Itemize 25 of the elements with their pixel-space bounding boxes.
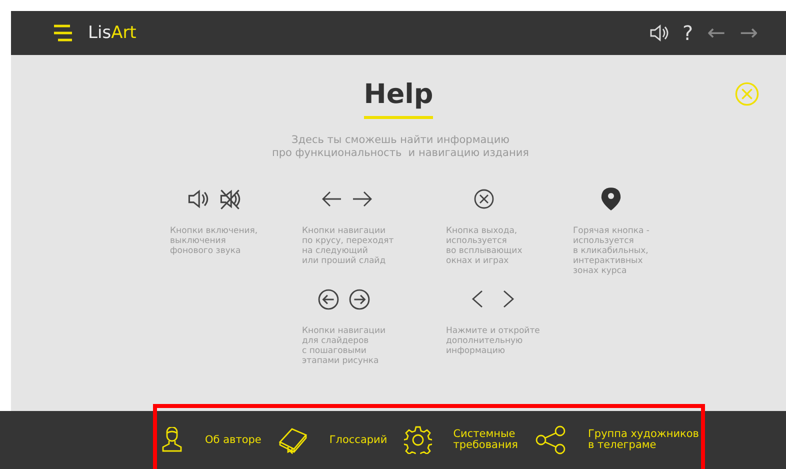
- help-description: Кнопки включения, выключения фонового звука: [170, 226, 258, 256]
- help-title: Help: [364, 79, 434, 119]
- close-icon: [474, 189, 494, 209]
- pin-icon: [599, 186, 624, 212]
- sound-off-icon: [218, 188, 241, 210]
- help-description: Кнопки навигации по крусу, переходят на следующий или проший слайд: [302, 226, 394, 266]
- settings-icon: [404, 426, 432, 454]
- sound-icon[interactable]: [648, 23, 668, 43]
- footer-link[interactable]: Группа художников в телеграме: [588, 429, 699, 451]
- help-subtitle: Здесь ты сможешь найти информацию про функциональность и навигацию издания: [270, 134, 530, 160]
- footer-link[interactable]: Системные требования: [453, 429, 518, 451]
- logo: LisArt: [88, 23, 136, 43]
- share-icon: [535, 425, 567, 455]
- person-icon: [160, 427, 184, 453]
- help-button[interactable]: ?: [682, 21, 694, 45]
- menu-icon[interactable]: [52, 24, 74, 42]
- left-arrow-icon: [320, 189, 343, 209]
- footer-link[interactable]: Глоссарий: [329, 434, 388, 446]
- book-icon: [278, 426, 308, 454]
- sound-on-icon: [186, 188, 209, 210]
- help-description: Горячая кнопка - используется в кликабильных, интерактивных зонах курса: [573, 226, 650, 276]
- help-description: Нажмите и откройте дополнительную информацию: [446, 326, 540, 356]
- help-description: Кнопки навигации для слайдеров с пошаговыми этапами рисунка: [302, 326, 386, 366]
- help-description: Кнопка выхода, используется во всплывающих окнах и играх: [446, 226, 522, 266]
- footer-link[interactable]: Об авторе: [205, 434, 262, 446]
